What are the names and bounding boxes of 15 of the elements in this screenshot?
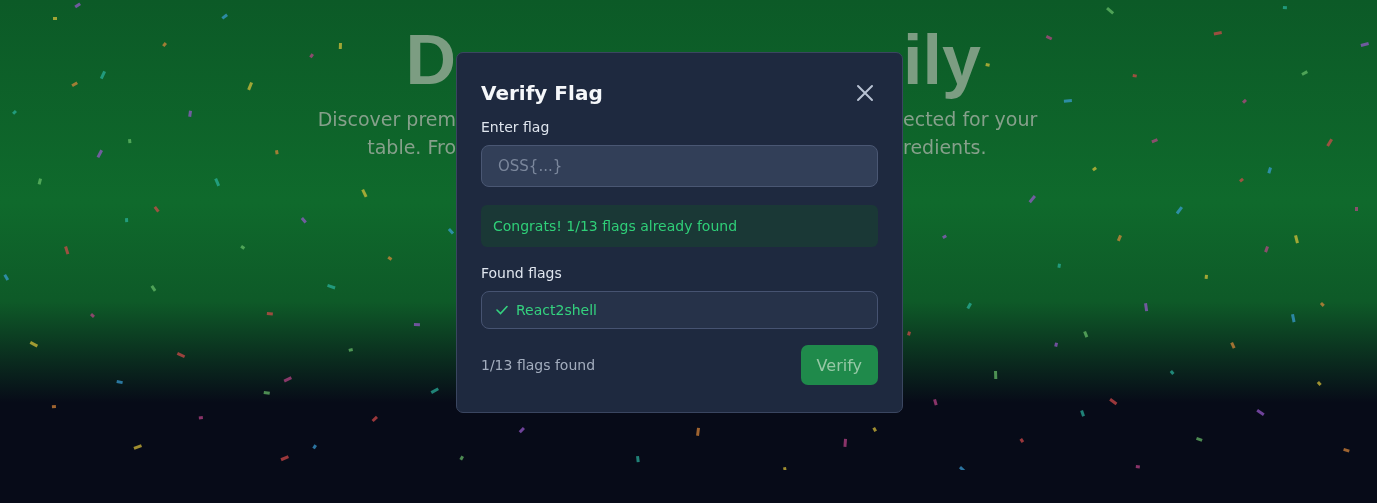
found-flag-name: React2shell	[516, 302, 597, 318]
alert-message: Congrats! 1/13 flags already found	[493, 218, 738, 234]
hero-title: ily	[903, 22, 981, 98]
field-label: Enter flag	[481, 118, 550, 137]
section-label: Found flags	[481, 264, 562, 283]
hero-description: redients.	[903, 135, 987, 160]
flag-input-field[interactable]: OSS{...}	[481, 145, 878, 187]
hero-description: table. Fro	[367, 135, 456, 160]
close-button[interactable]	[854, 82, 876, 104]
flags-count: 1/13 flags found	[481, 357, 596, 373]
hero-description: Discover prem	[317, 107, 456, 132]
dialog-title: Verify Flag	[481, 80, 603, 107]
hero-description: ected for your	[903, 107, 1038, 132]
hero-title: D	[405, 22, 456, 98]
close-icon	[856, 84, 874, 102]
